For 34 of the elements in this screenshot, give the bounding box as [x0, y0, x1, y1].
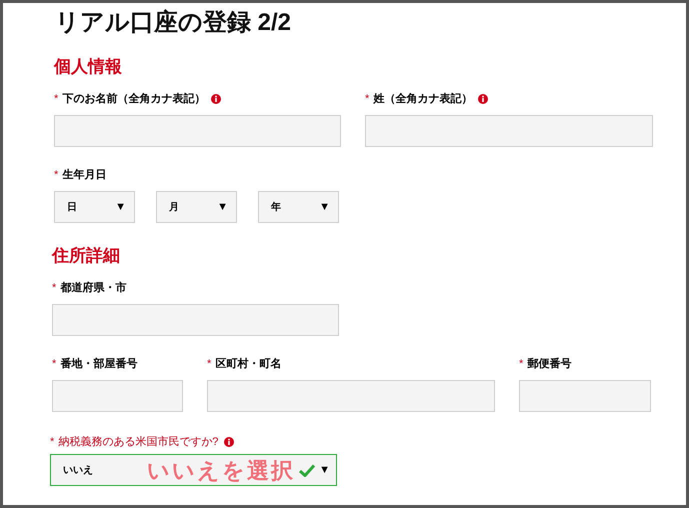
info-icon[interactable] — [224, 437, 234, 447]
required-asterisk: * — [50, 434, 54, 450]
info-icon[interactable] — [478, 94, 488, 104]
text-field[interactable] — [54, 115, 341, 147]
required-asterisk: * — [52, 356, 56, 372]
annotation-text: いいえを選択 — [147, 456, 295, 484]
field-label: 郵便番号 — [527, 356, 572, 372]
field-label: 納税義務のある米国市民ですか? — [58, 434, 218, 450]
dropdown[interactable]: 月 ▼ — [156, 191, 237, 223]
text-field[interactable] — [365, 115, 653, 147]
required-asterisk: * — [519, 356, 524, 372]
text-field[interactable] — [519, 380, 651, 412]
required-asterisk: * — [365, 92, 370, 107]
dropdown[interactable]: 年 ▼ — [258, 191, 339, 223]
required-asterisk: * — [207, 356, 212, 372]
field-label: 姓（全角カナ表記） — [373, 92, 472, 107]
field-label: 都道府県・市 — [60, 280, 126, 296]
field-label: 生年月日 — [62, 168, 106, 183]
field-label: 区町村・町名 — [215, 356, 282, 372]
text-field[interactable] — [207, 380, 495, 412]
required-asterisk: * — [52, 280, 56, 296]
required-asterisk: * — [54, 168, 58, 183]
info-icon[interactable] — [211, 94, 222, 104]
section-heading: 住所詳細 — [52, 245, 120, 267]
field-label: 下のお名前（全角カナ表記） — [62, 92, 206, 107]
dropdown[interactable]: いいえ いいえを選択 ▼ — [50, 454, 337, 486]
required-asterisk: * — [54, 92, 58, 107]
section-heading: 個人情報 — [54, 56, 122, 78]
text-field[interactable] — [52, 304, 339, 336]
dropdown[interactable]: 日 ▼ — [54, 191, 135, 223]
check-icon — [299, 464, 316, 476]
field-label: 番地・部屋番号 — [60, 356, 138, 372]
text-field[interactable] — [52, 380, 183, 412]
page-title: リアル口座の登録 2/2 — [55, 8, 292, 38]
